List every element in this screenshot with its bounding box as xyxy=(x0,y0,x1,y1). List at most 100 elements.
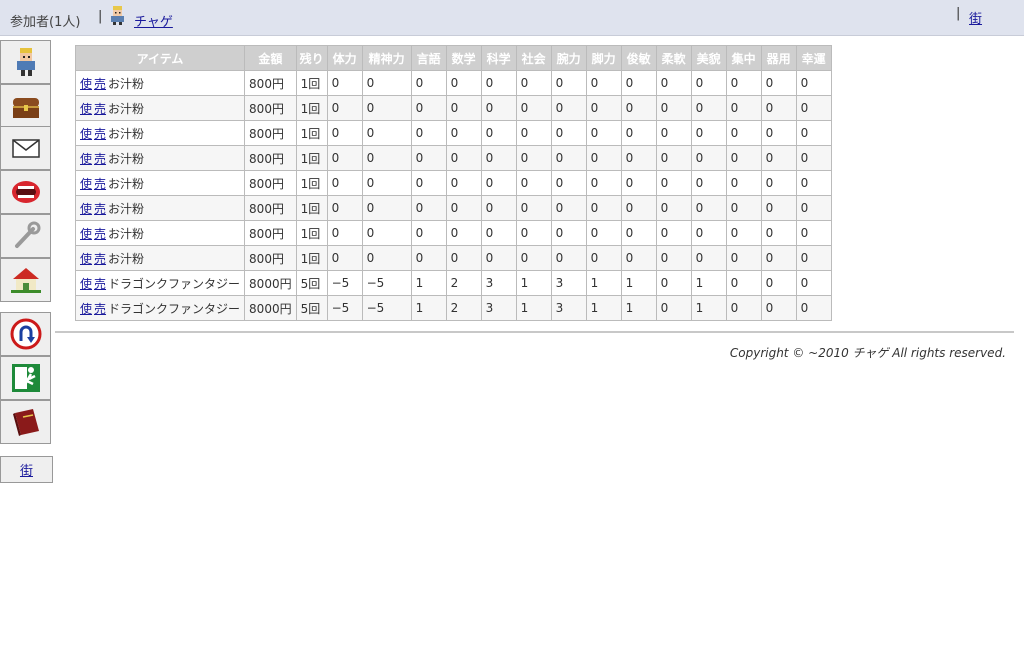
stat-cell: 0 xyxy=(326,245,363,271)
sell-link[interactable]: 売 xyxy=(94,77,106,91)
stat-cell: 0 xyxy=(515,120,552,146)
item-cell: 使売お汁粉 xyxy=(74,170,246,196)
stat-cell: 0 xyxy=(690,145,727,171)
inventory-button[interactable] xyxy=(0,84,51,128)
mail-button[interactable] xyxy=(0,126,51,170)
stat-cell: 1 xyxy=(410,295,447,321)
stat-cell: 0 xyxy=(445,120,482,146)
stat-cell: 1 xyxy=(620,295,657,321)
sell-link[interactable]: 売 xyxy=(94,277,106,291)
use-link[interactable]: 使 xyxy=(80,177,92,191)
price-cell: 800円 xyxy=(244,195,297,221)
stat-cell: 0 xyxy=(550,220,587,246)
stat-cell: 0 xyxy=(480,195,517,221)
separator: | xyxy=(98,9,103,24)
stat-cell: 0 xyxy=(326,70,363,96)
use-link[interactable]: 使 xyxy=(80,102,92,116)
u-turn-icon xyxy=(10,318,41,350)
stat-cell: −5 xyxy=(361,295,412,321)
separator: | xyxy=(956,6,961,21)
stat-cell: 0 xyxy=(361,95,412,121)
stat-cell: 0 xyxy=(550,145,587,171)
use-link[interactable]: 使 xyxy=(80,277,92,291)
use-link[interactable]: 使 xyxy=(80,152,92,166)
tools-button[interactable] xyxy=(0,214,51,258)
stat-cell: 0 xyxy=(760,295,797,321)
item-cell: 使売ドラゴンクファンタジー xyxy=(74,295,246,321)
stat-cell: 0 xyxy=(690,95,727,121)
avatar-icon xyxy=(16,48,35,76)
stat-cell: 0 xyxy=(480,220,517,246)
table-row: 使売お汁粉 800円 1回 0 0 0 0 0 0 0 0 0 0 0 0 0 0 xyxy=(74,170,832,196)
manual-button[interactable] xyxy=(0,400,51,444)
item-cell: 使売お汁粉 xyxy=(74,145,246,171)
use-link[interactable]: 使 xyxy=(80,127,92,141)
profile-button[interactable] xyxy=(0,40,51,84)
sell-link[interactable]: 売 xyxy=(94,127,106,141)
remaining-cell: 5回 xyxy=(295,295,328,321)
book-icon xyxy=(12,409,39,436)
town-link[interactable]: 街 xyxy=(969,8,982,27)
use-link[interactable]: 使 xyxy=(80,252,92,266)
stat-cell: 0 xyxy=(760,170,797,196)
stat-cell: 0 xyxy=(480,120,517,146)
column-header: 幸運 xyxy=(795,45,832,71)
sell-link[interactable]: 売 xyxy=(94,302,106,316)
exit-button[interactable] xyxy=(0,356,51,400)
stat-cell: 0 xyxy=(690,195,727,221)
column-header: 科学 xyxy=(480,45,517,71)
remaining-cell: 1回 xyxy=(295,70,328,96)
stat-cell: −5 xyxy=(326,295,363,321)
stat-cell: 0 xyxy=(445,95,482,121)
sell-link[interactable]: 売 xyxy=(94,252,106,266)
stat-cell: 0 xyxy=(620,170,657,196)
sell-link[interactable]: 売 xyxy=(94,102,106,116)
stat-cell: 0 xyxy=(480,95,517,121)
stat-cell: 0 xyxy=(690,70,727,96)
remaining-cell: 1回 xyxy=(295,195,328,221)
stat-cell: 0 xyxy=(620,95,657,121)
stat-cell: 0 xyxy=(445,145,482,171)
use-link[interactable]: 使 xyxy=(80,77,92,91)
stat-cell: 3 xyxy=(550,295,587,321)
sell-link[interactable]: 売 xyxy=(94,152,106,166)
stat-cell: 0 xyxy=(361,245,412,271)
sell-link[interactable]: 売 xyxy=(94,227,106,241)
home-button[interactable] xyxy=(0,258,51,302)
username-link[interactable]: チャゲ xyxy=(134,11,173,30)
use-link[interactable]: 使 xyxy=(80,302,92,316)
stat-cell: 0 xyxy=(326,120,363,146)
treasure-chest-icon xyxy=(12,98,39,118)
stat-cell: 0 xyxy=(760,145,797,171)
items-table: アイテム 金額 残り 体力 精神力 言語 数学 科学 社会 腕力 脚力 俊敏 柔軟 美貌 集中 器用 幸運 使売… xyxy=(74,45,832,321)
stat-cell: 0 xyxy=(445,70,482,96)
stat-cell: 0 xyxy=(620,145,657,171)
stat-cell: 0 xyxy=(550,170,587,196)
item-cell: 使売お汁粉 xyxy=(74,70,246,96)
column-header: 器用 xyxy=(760,45,797,71)
column-header: 言語 xyxy=(410,45,447,71)
stat-cell: 0 xyxy=(760,120,797,146)
return-button[interactable] xyxy=(0,312,51,356)
use-link[interactable]: 使 xyxy=(80,227,92,241)
sell-link[interactable]: 売 xyxy=(94,177,106,191)
stat-cell: 0 xyxy=(760,270,797,296)
stat-cell: 1 xyxy=(585,270,622,296)
sell-link[interactable]: 売 xyxy=(94,202,106,216)
stat-cell: 0 xyxy=(655,145,692,171)
stat-cell: 0 xyxy=(585,120,622,146)
stat-cell: 0 xyxy=(620,120,657,146)
stat-cell: 0 xyxy=(655,270,692,296)
town-button[interactable]: 街 xyxy=(0,456,53,483)
price-cell: 800円 xyxy=(244,170,297,196)
remaining-cell: 1回 xyxy=(295,245,328,271)
stat-cell: 0 xyxy=(326,220,363,246)
stat-cell: 0 xyxy=(410,170,447,196)
column-header: 腕力 xyxy=(550,45,587,71)
stat-cell: 0 xyxy=(725,270,762,296)
stat-cell: 0 xyxy=(725,170,762,196)
column-header: 体力 xyxy=(326,45,363,71)
chat-button[interactable] xyxy=(0,170,51,214)
use-link[interactable]: 使 xyxy=(80,202,92,216)
table-row: 使売ドラゴンクファンタジー 8000円 5回 −5 −5 1 2 3 1 3 1 1 0 1 0 0 0 xyxy=(74,270,832,296)
